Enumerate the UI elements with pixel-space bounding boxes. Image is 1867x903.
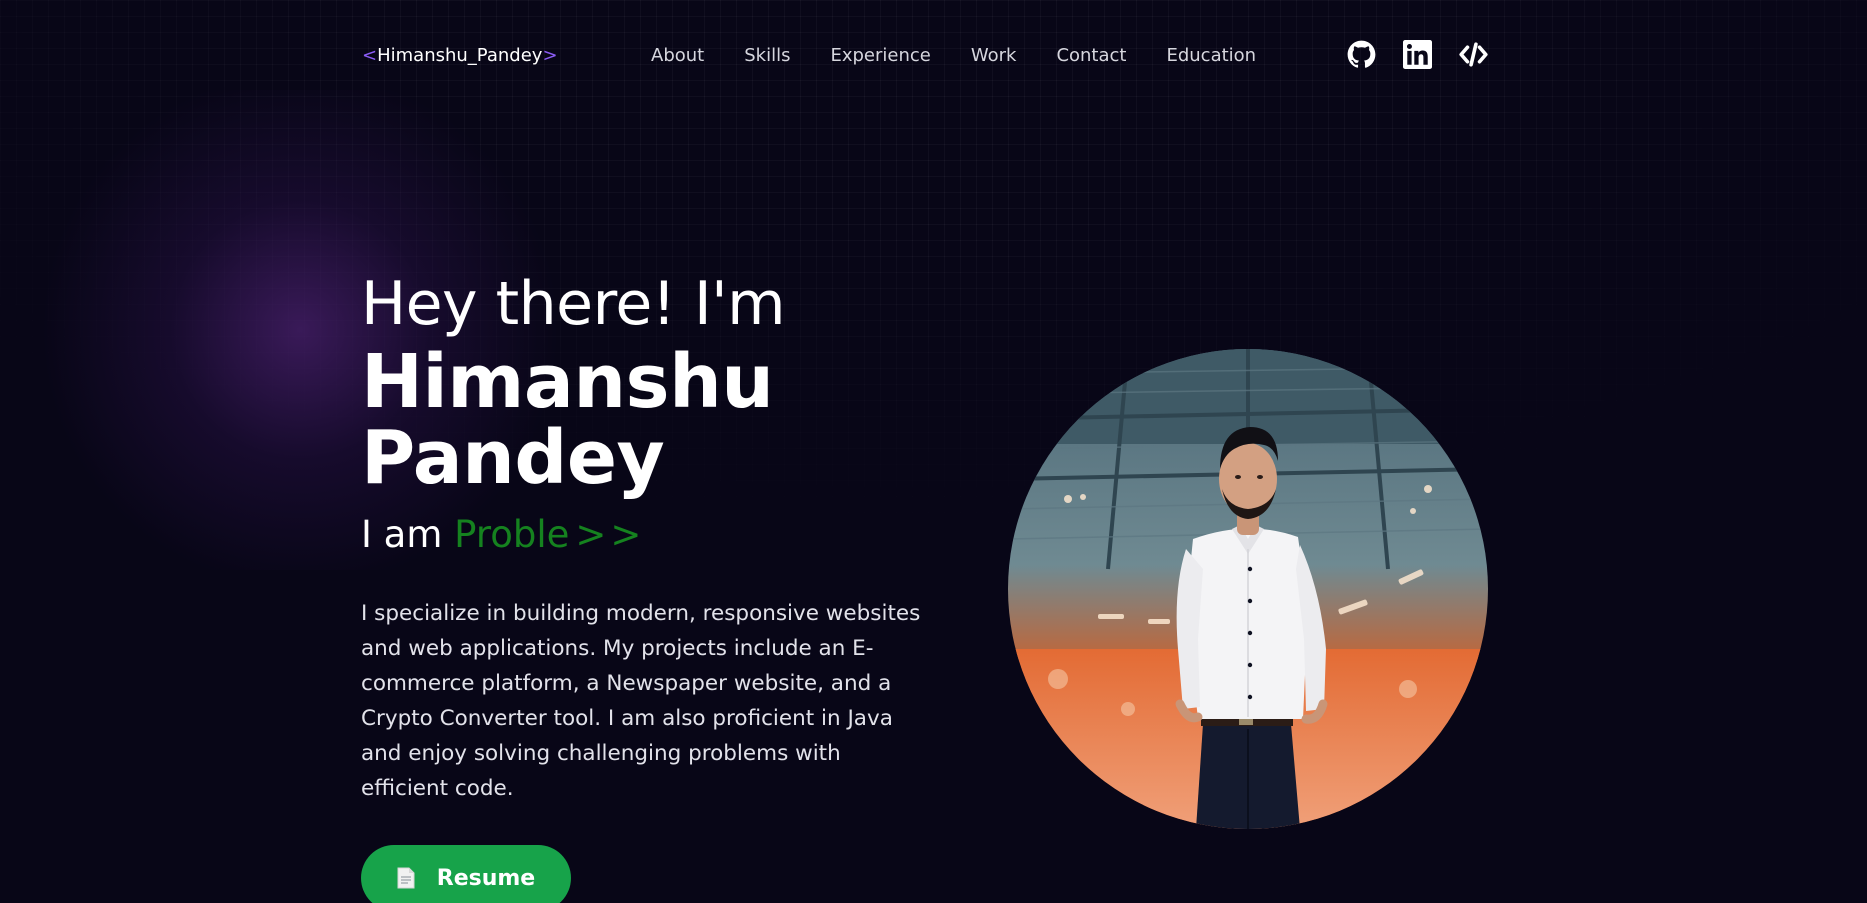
logo-bracket-close: > <box>542 45 558 66</box>
github-link[interactable] <box>1347 40 1376 69</box>
profile-photo <box>1008 349 1488 829</box>
nav-work[interactable]: Work <box>971 44 1017 68</box>
code-profile-link[interactable] <box>1459 40 1488 69</box>
linkedin-icon <box>1403 40 1432 69</box>
nav-contact[interactable]: Contact <box>1056 44 1126 68</box>
nav-experience[interactable]: Experience <box>830 44 930 68</box>
hero-name: Himanshu Pandey <box>361 339 774 501</box>
linkedin-link[interactable] <box>1403 40 1432 69</box>
logo-text: Himanshu_Pandey <box>377 45 543 66</box>
code-icon <box>1459 42 1488 67</box>
hero-intro: I specialize in building modern, respons… <box>361 601 921 801</box>
hero-greeting: Hey there! I'm <box>361 269 786 339</box>
hero-typing-line: I am Proble >> <box>361 512 645 558</box>
social-links <box>1347 40 1488 69</box>
main-nav: About Skills Experience Work Contact Edu… <box>651 44 1296 68</box>
profile-photo-illustration <box>1008 349 1488 829</box>
nav-education[interactable]: Education <box>1166 44 1256 68</box>
resume-button[interactable]: Resume <box>361 845 571 903</box>
logo-bracket-open: < <box>362 45 378 66</box>
resume-label: Resume <box>436 865 536 891</box>
logo-link[interactable]: <Himanshu_Pandey> <box>362 44 558 68</box>
site-header: <Himanshu_Pandey> About Skills Experienc… <box>0 0 1867 112</box>
background-grid <box>0 0 1867 903</box>
document-icon <box>397 867 415 889</box>
nav-about[interactable]: About <box>651 44 704 68</box>
nav-skills[interactable]: Skills <box>744 44 790 68</box>
typing-prefix: I am <box>361 513 455 556</box>
typing-text: Proble <box>454 513 570 556</box>
typing-cursor: >> <box>575 513 646 556</box>
github-icon <box>1347 40 1376 68</box>
